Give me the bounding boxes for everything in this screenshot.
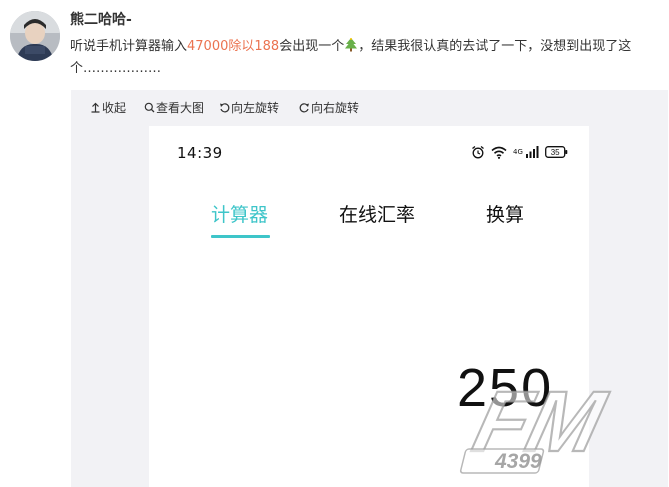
status-time: 14:39: [177, 144, 223, 162]
rotate-left-icon: [220, 102, 230, 112]
tab-calculator[interactable]: 计算器: [211, 200, 268, 227]
watermark-logo-number: 4399: [494, 450, 542, 473]
tab-exchange-rate[interactable]: 在线汇率: [339, 200, 415, 227]
rotate-left-button[interactable]: 向左旋转: [219, 99, 279, 116]
status-icons: 4G 35: [471, 145, 568, 159]
collapse-label: 收起: [102, 100, 127, 115]
avatar[interactable]: [10, 11, 60, 61]
collapse-icon: [91, 102, 100, 113]
image-toolbar: 收起 查看大图 向左旋转 向右旋转: [71, 90, 668, 124]
collapse-button[interactable]: 收起: [90, 99, 126, 116]
author-name[interactable]: 熊二哈哈-: [70, 9, 132, 29]
alarm-icon: [472, 145, 484, 159]
battery-level: 35: [551, 148, 560, 157]
post-text-intro: 听说手机计算器输入: [70, 39, 188, 54]
weibo-post: 熊二哈哈- 听说手机计算器输入47000除以188会出现一个 ，结果我很认真的去试…: [0, 0, 669, 487]
rotate-right-button[interactable]: 向右旋转: [299, 99, 359, 116]
post-text-highlight[interactable]: 47000除以188: [187, 39, 279, 54]
network-type: 4G: [513, 147, 523, 156]
rotate-right-label: 向右旋转: [311, 100, 360, 115]
rotate-left-label: 向左旋转: [231, 100, 280, 115]
tab-unit-conversion[interactable]: 换算: [486, 200, 524, 227]
post-text: 听说手机计算器输入47000除以188会出现一个 ，结果我很认真的去试了一下，没想…: [70, 36, 660, 80]
view-large-button[interactable]: 查看大图: [144, 99, 204, 116]
rotate-right-icon: [299, 102, 310, 112]
view-large-label: 查看大图: [156, 100, 205, 115]
christmas-tree-icon: [344, 38, 358, 53]
zoom-icon: [144, 102, 155, 112]
active-tab-indicator: [211, 235, 270, 238]
wifi-icon: [491, 146, 507, 159]
post-text-middle: 会出现一个: [279, 39, 345, 54]
fm4399-watermark-logo: FM 4399: [459, 373, 616, 474]
signal-icon: [525, 146, 539, 158]
battery-icon: 35: [544, 146, 568, 158]
